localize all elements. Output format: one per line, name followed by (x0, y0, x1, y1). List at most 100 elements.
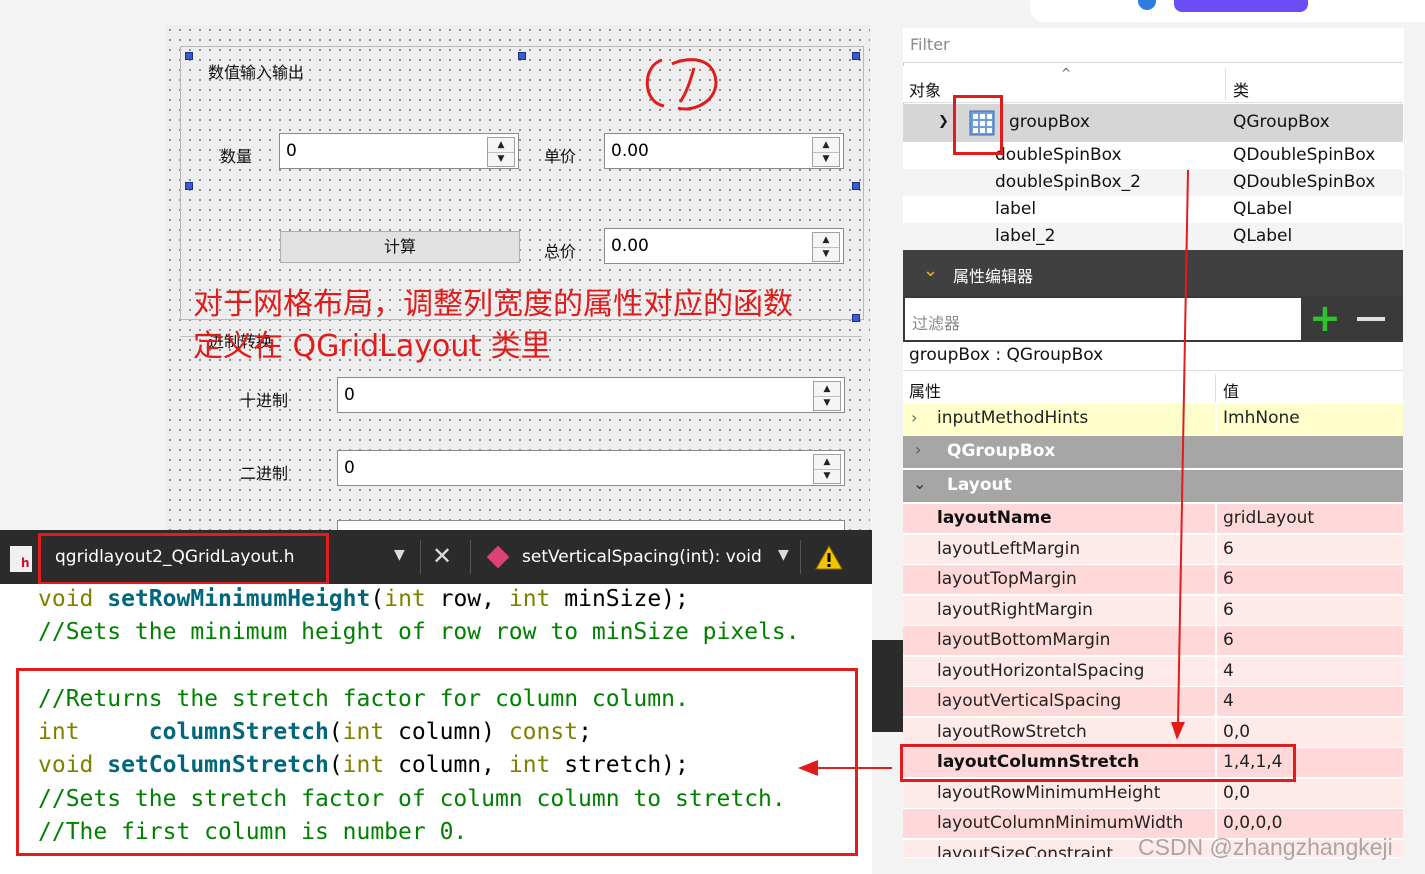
spin-up-icon[interactable]: ▲ (813, 233, 839, 248)
property-row[interactable]: layoutRightMargin 6 (903, 596, 1403, 626)
property-value[interactable]: 6 (1223, 600, 1234, 620)
symbol-dropdown-icon[interactable]: ▼ (778, 547, 789, 563)
section-layout[interactable]: ⌄ Layout (903, 470, 1403, 502)
property-row[interactable]: layoutLeftMargin 6 (903, 535, 1403, 565)
property-header: 属性 值 (903, 372, 1403, 405)
object-row[interactable]: label_2 QLabel (903, 223, 1403, 250)
highlight-box-columnstretch (900, 744, 1296, 782)
property-row[interactable]: layoutHorizontalSpacing 4 (903, 657, 1403, 687)
selection-handle[interactable] (852, 52, 860, 60)
spin-up-icon[interactable]: ▲ (814, 382, 840, 397)
unit-label: 单价 (544, 147, 577, 166)
code-keyword: int (38, 719, 149, 745)
code-text: ; (578, 719, 592, 745)
spin-up-icon[interactable]: ▲ (814, 455, 840, 470)
code-keyword: int (384, 586, 426, 612)
dec-spin-buttons[interactable]: ▲ ▼ (813, 381, 841, 411)
unit-spinbox[interactable]: 0.00 ▲ ▼ (604, 133, 844, 169)
col-value-header[interactable]: 值 (1223, 378, 1239, 402)
property-value[interactable]: 4 (1223, 691, 1234, 711)
selection-handle[interactable] (518, 52, 526, 60)
property-row[interactable]: layoutRowMinimumHeight 0,0 (903, 779, 1403, 809)
warning-icon[interactable] (815, 544, 843, 570)
property-value[interactable]: 0,0 (1223, 783, 1250, 803)
property-context: groupBox : QGroupBox (903, 342, 1403, 371)
property-value[interactable]: 4 (1223, 661, 1234, 681)
dec-spinbox[interactable]: 0 ▲ ▼ (337, 377, 845, 413)
object-row[interactable]: label QLabel (903, 196, 1403, 223)
property-value[interactable]: 6 (1223, 630, 1234, 650)
property-row[interactable]: layoutVerticalSpacing 4 (903, 687, 1403, 717)
property-value[interactable]: gridLayout (1223, 508, 1314, 528)
symbol-label[interactable]: setVerticalSpacing(int): void (522, 547, 762, 567)
qty-spin-buttons[interactable]: ▲ ▼ (487, 137, 515, 167)
selection-handle[interactable] (185, 52, 193, 60)
property-value[interactable]: ImhNone (1223, 408, 1300, 428)
groupbox-numeric-io[interactable] (180, 46, 864, 320)
unit-spin-buttons[interactable]: ▲ ▼ (812, 137, 840, 167)
object-class: QLabel (1233, 226, 1293, 246)
total-label: 总价 (544, 242, 577, 261)
property-name: layoutRowStretch (937, 722, 1087, 742)
property-row-inputmethodhints[interactable]: › inputMethodHints ImhNone (903, 404, 1403, 436)
property-value[interactable]: 0,0,0,0 (1223, 813, 1282, 833)
qty-spinbox[interactable]: 0 ▲ ▼ (279, 133, 519, 169)
property-name: layoutHorizontalSpacing (937, 661, 1145, 681)
property-divider (1215, 504, 1217, 534)
property-value[interactable]: 6 (1223, 569, 1234, 589)
watermark: CSDN @zhangzhangkeji (1138, 834, 1393, 860)
col-object-header[interactable]: 对象 (909, 77, 941, 101)
col-class-header[interactable]: 类 (1233, 77, 1249, 101)
total-spinbox[interactable]: 0.00 ▲ ▼ (604, 228, 844, 264)
property-value[interactable]: 6 (1223, 539, 1234, 559)
code-function: setColumnStretch (107, 752, 329, 778)
property-row[interactable]: layoutName gridLayout (903, 504, 1403, 534)
object-row[interactable]: doubleSpinBox_2 QDoubleSpinBox (903, 169, 1403, 196)
spin-down-icon[interactable]: ▼ (813, 152, 839, 166)
property-row[interactable]: layoutBottomMargin 6 (903, 626, 1403, 656)
section-qgroupbox-label: QGroupBox (947, 441, 1056, 461)
code-line: int columnStretch(int column) const; (38, 719, 592, 745)
bin-spin-buttons[interactable]: ▲ ▼ (813, 454, 841, 484)
selection-handle[interactable] (852, 182, 860, 190)
spin-down-icon[interactable]: ▼ (814, 469, 840, 483)
spin-up-icon[interactable]: ▲ (488, 138, 514, 153)
property-row[interactable]: layoutTopMargin 6 (903, 565, 1403, 595)
spin-up-icon[interactable]: ▲ (813, 138, 839, 153)
remove-property-icon[interactable] (1357, 317, 1385, 321)
section-qgroupbox[interactable]: › QGroupBox (903, 436, 1403, 468)
chevron-right-icon[interactable]: › (911, 408, 917, 427)
property-name: layoutName (937, 508, 1052, 528)
unit-value: 0.00 (611, 141, 649, 161)
panel-splitter[interactable] (872, 640, 903, 732)
chevron-right-icon[interactable]: › (915, 440, 921, 459)
property-filter-input[interactable]: 过滤器 (905, 298, 1301, 340)
code-keyword: const (508, 719, 579, 745)
calc-button[interactable]: 计算 (280, 231, 520, 263)
selection-handle[interactable] (852, 314, 860, 322)
code-text: ( (370, 586, 385, 612)
property-editor-title: 属性编辑器 (953, 267, 1034, 286)
property-name: layoutColumnMinimumWidth (937, 813, 1184, 833)
spin-down-icon[interactable]: ▼ (488, 152, 514, 166)
chevron-down-icon[interactable]: ⌄ (913, 474, 926, 493)
collapse-chevron-icon[interactable]: ⌄ (923, 260, 938, 281)
spin-down-icon[interactable]: ▼ (813, 247, 839, 261)
file-dropdown-icon[interactable]: ▼ (394, 547, 405, 563)
code-text: stretch); (550, 752, 689, 778)
object-class: QGroupBox (1233, 112, 1330, 132)
chevron-down-icon[interactable]: ❯ (938, 114, 949, 129)
selection-handle[interactable] (185, 182, 193, 190)
total-spin-buttons[interactable]: ▲ ▼ (812, 232, 840, 262)
bin-spinbox[interactable]: 0 ▲ ▼ (337, 450, 845, 486)
property-filter-bar: 过滤器 + (903, 296, 1403, 342)
overlay-primary-button[interactable] (1174, 0, 1308, 12)
col-property-header[interactable]: 属性 (909, 378, 941, 402)
property-value[interactable]: 0,0 (1223, 722, 1250, 742)
add-property-icon[interactable]: + (1309, 296, 1341, 340)
object-filter[interactable]: Filter (903, 28, 1403, 63)
close-icon[interactable]: ✕ (432, 542, 452, 570)
spin-down-icon[interactable]: ▼ (814, 396, 840, 410)
toolbar-divider (420, 540, 421, 574)
header-divider (1215, 374, 1216, 402)
